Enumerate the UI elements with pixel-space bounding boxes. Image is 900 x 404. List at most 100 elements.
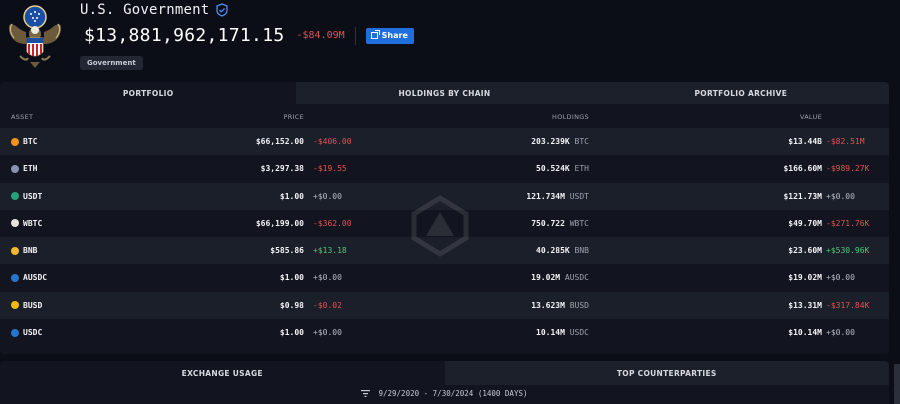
value-change-cell: +$530.96K bbox=[826, 246, 870, 256]
value-change-cell: -$317.84K bbox=[826, 300, 870, 310]
divider bbox=[354, 26, 356, 45]
holdings-unit: BTC bbox=[574, 137, 589, 146]
asset-cell[interactable]: ETH bbox=[11, 164, 37, 173]
table-row[interactable]: BUSD $0.98 -$0.02 13.623M BUSD $13.31M -$317.… bbox=[0, 291, 889, 320]
asset-cell[interactable]: USDT bbox=[11, 192, 42, 201]
coin-icon bbox=[11, 246, 19, 255]
asset-cell[interactable]: BNB bbox=[11, 246, 37, 255]
value-cell: $23.60M bbox=[788, 246, 822, 256]
table-row[interactable]: AUSDC $1.00 +$0.00 19.02M AUSDC $19.02M +$0.0… bbox=[0, 264, 889, 292]
price-change-cell: +$0.00 bbox=[313, 191, 342, 201]
column-asset[interactable]: ASSET bbox=[11, 113, 33, 121]
arkham-logo-icon bbox=[411, 195, 469, 257]
value-change-cell: +$0.00 bbox=[826, 328, 855, 338]
price-change-cell: -$19.55 bbox=[313, 164, 347, 174]
tab-portfolio[interactable]: PORTFOLIO bbox=[0, 82, 297, 104]
price-cell: $66,152.00 bbox=[255, 137, 304, 146]
price-change-cell: +$13.18 bbox=[313, 246, 347, 256]
holdings-cell: 50.524K ETH bbox=[536, 164, 589, 173]
asset-symbol: ETH bbox=[23, 164, 38, 174]
value-change-cell: -$989.27K bbox=[826, 164, 870, 174]
holdings-cell: 121.734M USDT bbox=[526, 192, 589, 201]
value-cell: $10.14M bbox=[788, 328, 822, 338]
holdings-unit: ETH bbox=[574, 164, 589, 174]
holdings-unit: USDC bbox=[569, 328, 589, 338]
price-change-cell: -$406.00 bbox=[313, 137, 352, 146]
price-cell: $0.98 bbox=[279, 300, 304, 310]
value-cell: $166.60M bbox=[783, 164, 822, 174]
column-value[interactable]: VALUE bbox=[800, 113, 822, 121]
value-change-cell: +$0.00 bbox=[826, 191, 855, 201]
holdings-amount: 203.239K bbox=[531, 137, 570, 146]
price-cell: $1.00 bbox=[279, 191, 304, 201]
value-cell: $13.31M bbox=[788, 300, 822, 310]
price-change-cell: -$0.02 bbox=[313, 300, 342, 310]
tab-top-counterparties[interactable]: TOP COUNTERPARTIES bbox=[444, 361, 889, 385]
table-row[interactable]: USDC $1.00 +$0.00 10.14M USDC $10.14M +$0.00 bbox=[0, 319, 889, 347]
value-change-cell: +$0.00 bbox=[826, 273, 855, 283]
price-change-cell: +$0.00 bbox=[313, 328, 342, 338]
coin-icon bbox=[11, 192, 19, 201]
value-cell: $19.02M bbox=[788, 273, 822, 283]
asset-cell[interactable]: BUSD bbox=[11, 301, 42, 310]
asset-symbol: WBTC bbox=[23, 218, 43, 228]
holdings-cell: 203.239K BTC bbox=[531, 137, 589, 146]
portfolio-change: -$84.09M bbox=[296, 30, 345, 41]
price-cell: $1.00 bbox=[279, 328, 304, 338]
holdings-cell: 19.02M AUSDC bbox=[531, 273, 589, 282]
table-row[interactable]: ETH $3,297.38 -$19.55 50.524K ETH $166.60M -$… bbox=[0, 155, 889, 183]
holdings-amount: 40.285K bbox=[536, 246, 570, 256]
table-header: ASSET PRICE HOLDINGS VALUE bbox=[0, 104, 889, 128]
value-cell: $13.44B bbox=[788, 137, 822, 146]
tab-holdings-by-chain[interactable]: HOLDINGS BY CHAIN bbox=[296, 82, 593, 104]
holdings-unit: WBTC bbox=[569, 218, 589, 228]
entity-name: U.S. Government bbox=[80, 2, 210, 18]
holdings-cell: 750.722 WBTC bbox=[531, 219, 589, 228]
verified-badge-icon bbox=[216, 3, 229, 17]
table-row[interactable]: BTC $66,152.00 -$406.00 203.239K BTC $13.44B… bbox=[0, 128, 889, 156]
tab-portfolio-archive[interactable]: PORTFOLIO ARCHIVE bbox=[592, 82, 889, 104]
entity-tag[interactable]: Government bbox=[80, 56, 143, 70]
holdings-unit: USDT bbox=[569, 191, 589, 201]
date-filter[interactable]: 9/29/2020 - 7/30/2024 (1400 DAYS) bbox=[0, 389, 889, 398]
share-button[interactable]: Share bbox=[365, 27, 414, 44]
total-portfolio-value: $13,881,962,171.15 bbox=[84, 25, 285, 46]
coin-icon bbox=[11, 328, 19, 337]
coin-icon bbox=[11, 164, 19, 173]
value-cell: $49.70M bbox=[788, 218, 822, 228]
filter-icon bbox=[361, 390, 371, 397]
asset-cell[interactable]: USDC bbox=[11, 328, 42, 337]
date-range: 9/29/2020 - 7/30/2024 (1400 DAYS) bbox=[378, 389, 528, 398]
holdings-amount: 750.722 bbox=[531, 218, 565, 228]
asset-symbol: BUSD bbox=[23, 300, 43, 310]
value-change-cell: -$82.51M bbox=[826, 137, 865, 146]
coin-icon bbox=[11, 137, 19, 146]
scrollbar[interactable] bbox=[894, 364, 900, 404]
holdings-cell: 13.623M BUSD bbox=[531, 301, 589, 310]
portfolio-tabs: PORTFOLIO HOLDINGS BY CHAIN PORTFOLIO AR… bbox=[0, 82, 889, 104]
asset-cell[interactable]: WBTC bbox=[11, 219, 42, 228]
asset-cell[interactable]: BTC bbox=[11, 137, 37, 146]
holdings-amount: 19.02M bbox=[531, 273, 561, 283]
price-cell: $66,199.00 bbox=[255, 218, 304, 228]
tab-exchange-usage[interactable]: EXCHANGE USAGE bbox=[0, 361, 445, 385]
holdings-cell: 10.14M USDC bbox=[536, 328, 589, 337]
holdings-unit: BNB bbox=[574, 246, 589, 256]
external-link-icon bbox=[370, 30, 380, 39]
asset-symbol: BTC bbox=[23, 137, 38, 146]
column-holdings[interactable]: HOLDINGS bbox=[552, 113, 589, 121]
asset-cell[interactable]: AUSDC bbox=[11, 273, 47, 282]
holdings-unit: BUSD bbox=[569, 300, 589, 310]
holdings-unit: AUSDC bbox=[564, 273, 589, 283]
price-change-cell: +$0.00 bbox=[313, 273, 342, 283]
exchange-panel: EXCHANGE USAGE TOP COUNTERPARTIES 9/29/2… bbox=[0, 361, 889, 404]
asset-symbol: AUSDC bbox=[23, 273, 48, 283]
coin-icon bbox=[11, 273, 19, 282]
holdings-amount: 10.14M bbox=[536, 328, 565, 338]
value-change-cell: -$271.76K bbox=[826, 218, 870, 228]
coin-icon bbox=[11, 219, 19, 228]
portfolio-panel: PORTFOLIO HOLDINGS BY CHAIN PORTFOLIO AR… bbox=[0, 82, 889, 354]
column-price[interactable]: PRICE bbox=[284, 113, 305, 121]
price-cell: $3,297.38 bbox=[260, 164, 304, 174]
exchange-tabs: EXCHANGE USAGE TOP COUNTERPARTIES bbox=[0, 361, 889, 385]
